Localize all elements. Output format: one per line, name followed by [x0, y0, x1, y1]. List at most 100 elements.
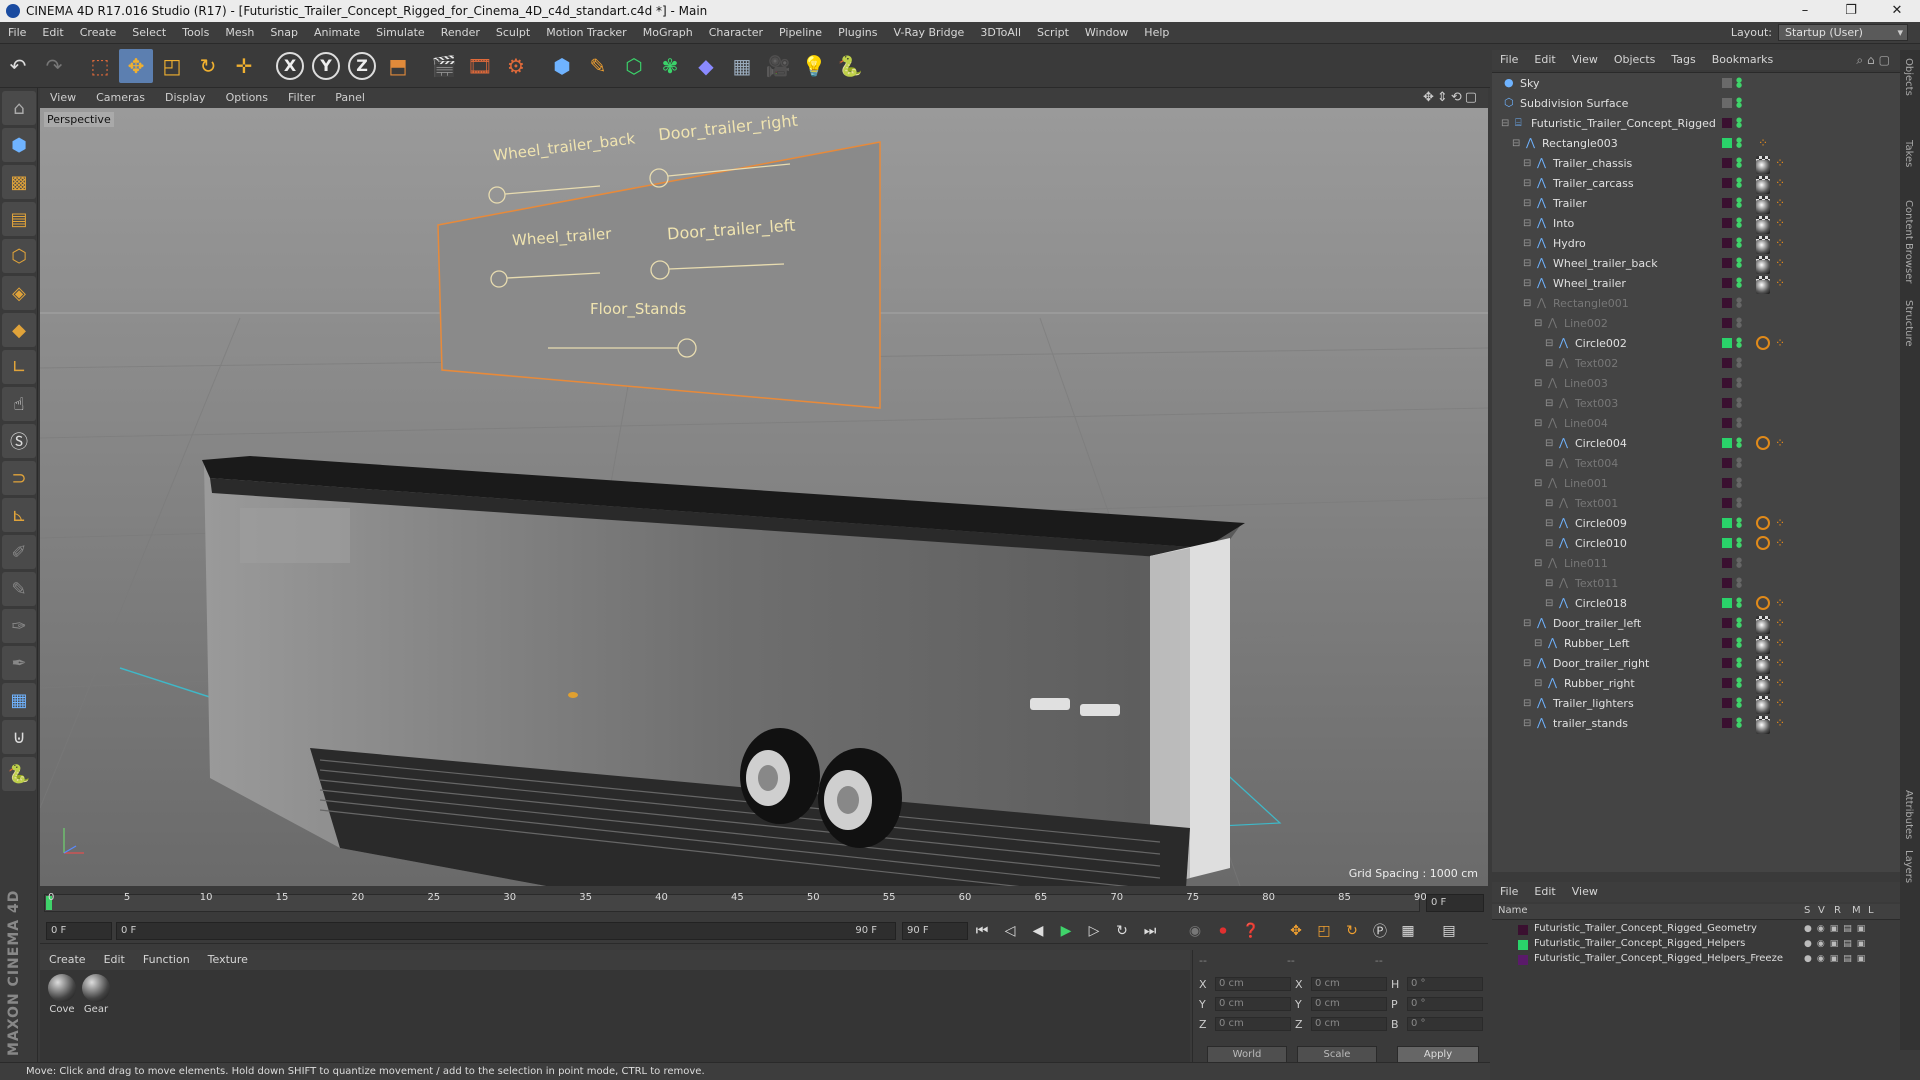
polygons-mode-icon[interactable]: ◆ [2, 313, 36, 347]
side-tab-objects[interactable]: Objects [1903, 58, 1914, 96]
visibility-dots-icon[interactable]: ● ● [1736, 137, 1742, 149]
visibility-dots-icon[interactable]: ● ● [1736, 477, 1742, 489]
expand-toggle-icon[interactable]: ⊟ [1523, 178, 1531, 189]
autokeying-icon[interactable]: ⏺ [1212, 920, 1234, 942]
expand-toggle-icon[interactable]: ⊟ [1523, 658, 1531, 669]
object-manager-search-icon[interactable]: ⌕⌂▢ [1856, 53, 1894, 68]
python-icon[interactable]: 🐍 [833, 49, 867, 83]
layer-color-swatch[interactable] [1722, 158, 1732, 168]
ik-tag-icon[interactable]: ⁘ [1773, 616, 1787, 630]
menu-script[interactable]: Script [1029, 22, 1077, 44]
menu-pipeline[interactable]: Pipeline [771, 22, 830, 44]
object-row[interactable]: ⊟ ⋀ Wheel_trailer_back ●● ⋮⁘ [1492, 253, 1900, 274]
menu-animate[interactable]: Animate [306, 22, 368, 44]
parameter-key-icon[interactable]: Ⓟ [1369, 920, 1391, 942]
visibility-dots-icon[interactable]: ● ● [1736, 237, 1742, 249]
visibility-dots-icon[interactable]: ● ● [1736, 557, 1742, 569]
layer-color-swatch[interactable] [1722, 478, 1732, 488]
object-row[interactable]: ⊟ ⋀ Trailer ● ● ⁘ [1492, 193, 1900, 214]
layer-color-swatch[interactable] [1722, 438, 1732, 448]
object-row[interactable]: ⊟ ⋀ Trailer_lighters ● ● ⁘ [1492, 693, 1900, 714]
play-forward-icon[interactable]: ▶ [1055, 920, 1077, 942]
expand-toggle-icon[interactable]: ⊟ [1523, 618, 1531, 629]
expand-toggle-icon[interactable]: ⊟ [1523, 158, 1531, 169]
expand-toggle-icon[interactable]: ⊟ [1534, 478, 1542, 489]
object-row[interactable]: ⊟ ⋀ Door_trailer_right ●● ⋮⁘ [1492, 653, 1900, 674]
layer-toggle-icons[interactable]: ●◉▣▤▣ [1804, 954, 1870, 964]
locked-workplane-icon[interactable]: ⊾ [2, 498, 36, 532]
protection-tag-icon[interactable] [1756, 336, 1770, 350]
material-tag-icon[interactable] [1756, 680, 1770, 694]
coordinate-value-field[interactable]: 0 cm [1215, 1017, 1291, 1031]
start-frame-field[interactable]: 0 F [46, 921, 112, 940]
coordinate-value-field[interactable]: 0 ° [1407, 1017, 1483, 1031]
object-row[interactable]: ⊟ ⋀ Text011 ● ● [1492, 573, 1900, 593]
layer-color-swatch[interactable] [1722, 638, 1732, 648]
z-axis-lock-button[interactable]: Z [348, 51, 376, 80]
material-tag-icon[interactable] [1756, 280, 1770, 294]
ik-tag-icon[interactable]: ⁘ [1773, 656, 1787, 670]
python-script-icon[interactable]: 🐍 [2, 757, 36, 791]
object-row[interactable]: ⊟ ⋀ Line002 ● ● [1492, 313, 1900, 333]
layer-row[interactable]: Futuristic_Trailer_Concept_Rigged_Helper… [1492, 937, 1900, 952]
magnet-snap-icon[interactable]: ⊍ [2, 720, 36, 754]
layer-menu-view[interactable]: View [1564, 882, 1606, 902]
ik-tag-icon[interactable]: ⁘ [1773, 336, 1787, 350]
expand-toggle-icon[interactable]: ⊟ [1545, 598, 1553, 609]
expand-toggle-icon[interactable]: ⊟ [1545, 438, 1553, 449]
expand-toggle-icon[interactable]: ⊟ [1523, 238, 1531, 249]
menu-render[interactable]: Render [433, 22, 488, 44]
ik-tag-icon[interactable]: ⁘ [1773, 276, 1787, 290]
point-level-key-icon[interactable]: ▦ [1397, 920, 1419, 942]
visibility-dots-icon[interactable]: ● ● [1736, 377, 1742, 389]
smooth-tool-icon[interactable]: ✒ [2, 646, 36, 680]
menu-character[interactable]: Character [701, 22, 771, 44]
close-button[interactable]: ✕ [1874, 0, 1920, 22]
ik-tag-icon[interactable]: ⁘ [1773, 696, 1787, 710]
object-row[interactable]: ⊟ ⋀ Trailer_carcass ● ● ⁘ [1492, 173, 1900, 194]
minimize-button[interactable]: – [1782, 0, 1828, 22]
floor-icon[interactable]: ▦ [725, 49, 759, 83]
expand-toggle-icon[interactable]: ⊟ [1545, 398, 1553, 409]
layer-menu-edit[interactable]: Edit [1526, 882, 1563, 902]
points-mode-icon[interactable]: ⬡ [2, 239, 36, 273]
visibility-dots-icon[interactable]: ● ● [1736, 297, 1742, 309]
visibility-dots-icon[interactable]: ● ● [1736, 717, 1742, 729]
visibility-dots-icon[interactable]: ● ● [1736, 357, 1742, 369]
object-row[interactable]: ● Sky ● ● [1492, 73, 1900, 93]
material-tag-icon[interactable] [1756, 260, 1770, 274]
preview-range-slider[interactable]: 0 F 90 F [116, 921, 896, 940]
menu-motion-tracker[interactable]: Motion Tracker [538, 22, 634, 44]
record-keys-icon[interactable]: ◉ [1184, 920, 1206, 942]
expand-toggle-icon[interactable]: ⊟ [1545, 578, 1553, 589]
ik-tag-icon[interactable]: ⁘ [1773, 436, 1787, 450]
coordinate-value-field[interactable]: 0 cm [1311, 997, 1387, 1011]
render-settings-icon[interactable]: ⚙ [499, 49, 533, 83]
transform-tool-icon[interactable]: ✛ [227, 49, 261, 83]
object-row[interactable]: ⊟ ⋀ Text001 ● ● [1492, 493, 1900, 513]
visibility-dots-icon[interactable]: ● ● [1736, 617, 1742, 629]
visibility-dots-icon[interactable]: ● ● [1736, 657, 1742, 669]
ik-tag-icon[interactable]: ⁘ [1773, 716, 1787, 730]
move-tool-icon[interactable]: ✥ [119, 48, 153, 83]
visibility-dots-icon[interactable]: ● ● [1736, 457, 1742, 469]
object-row[interactable]: ⊟ ⋀ Line001 ● ● [1492, 473, 1900, 493]
coordinate-value-field[interactable]: 0 cm [1215, 977, 1291, 991]
menu-sculpt[interactable]: Sculpt [488, 22, 538, 44]
go-to-start-icon[interactable]: ⏮ [971, 920, 993, 942]
expand-toggle-icon[interactable]: ⊟ [1523, 698, 1531, 709]
layer-color-swatch[interactable] [1722, 318, 1732, 328]
viewport-menu-view[interactable]: View [40, 88, 86, 108]
light-icon[interactable]: 💡 [797, 49, 831, 83]
layer-color-swatch[interactable] [1722, 558, 1732, 568]
object-row[interactable]: ⊟ ⋀ Circle018 ● ● ⁘ [1492, 593, 1900, 613]
layer-color-swatch[interactable] [1722, 678, 1732, 688]
object-menu-bookmarks[interactable]: Bookmarks [1704, 50, 1781, 70]
object-row[interactable]: ⬡ Subdivision Surface ● ● [1492, 93, 1900, 113]
object-menu-tags[interactable]: Tags [1663, 50, 1703, 70]
protection-tag-icon[interactable] [1756, 596, 1770, 610]
object-row[interactable]: ⊟ ⋀ Door_trailer_left ●● ⋮⁘ [1492, 613, 1900, 634]
material-tag-icon[interactable] [1756, 160, 1770, 174]
menu-3dtoall[interactable]: 3DToAll [972, 22, 1029, 44]
rotation-key-icon[interactable]: ↻ [1341, 920, 1363, 942]
